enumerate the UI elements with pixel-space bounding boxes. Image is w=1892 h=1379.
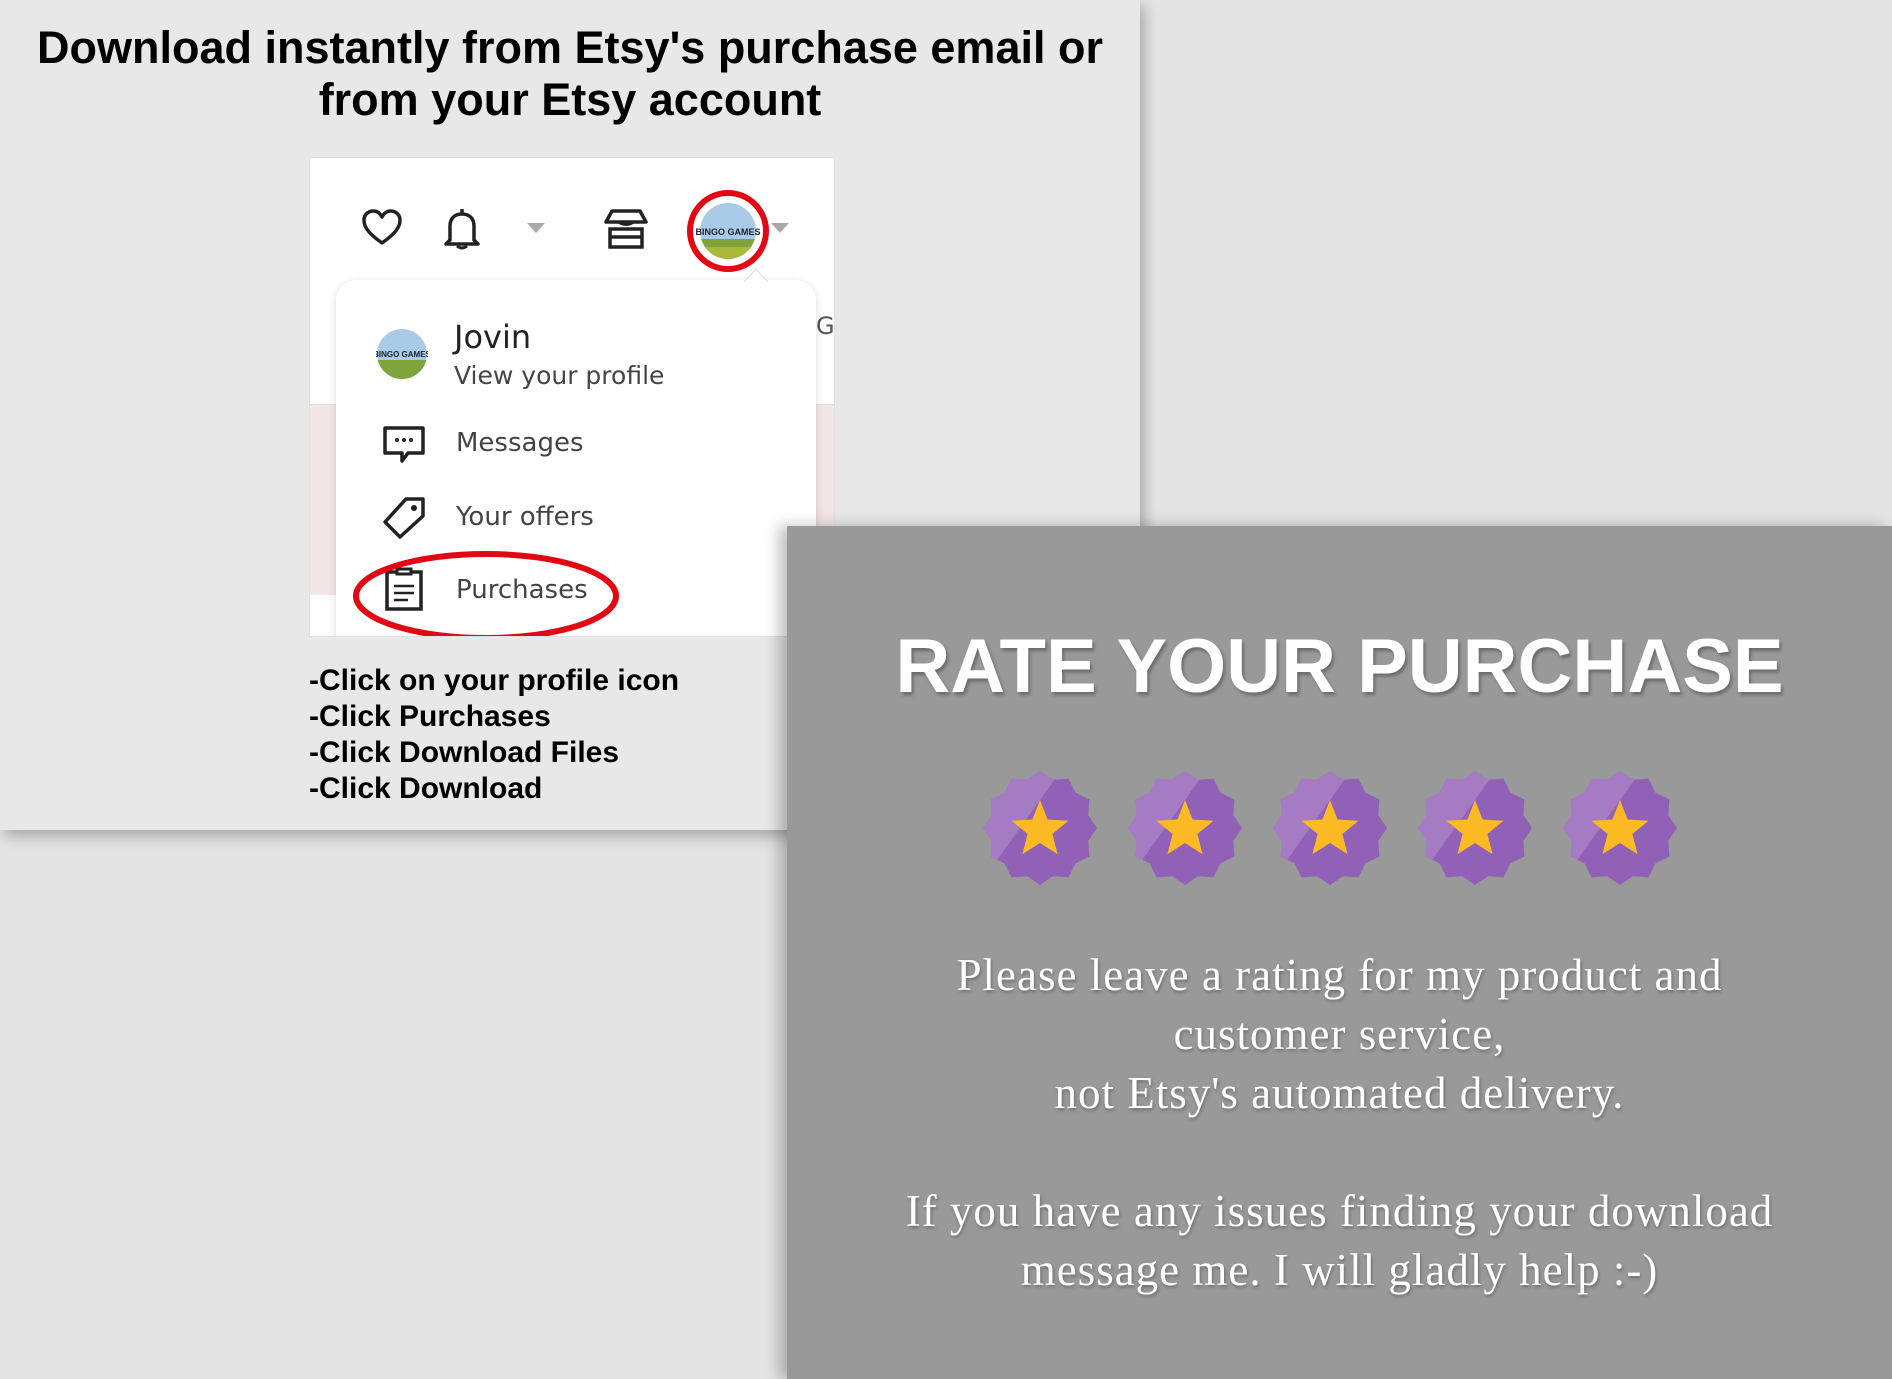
profile-name[interactable]: Jovin (454, 318, 531, 356)
chevron-down-icon[interactable] (527, 223, 545, 233)
rating-title: RATE YOUR PURCHASE (895, 624, 1784, 709)
bell-icon[interactable] (442, 206, 482, 250)
svg-text:BINGO GAMES: BINGO GAMES (376, 350, 428, 359)
profile-avatar[interactable]: BINGO GAMES (376, 328, 428, 380)
instruction-2: -Click Purchases (309, 700, 551, 733)
store-icon[interactable] (604, 208, 648, 250)
highlight-ellipse (353, 551, 619, 636)
instruction-3: -Click Download Files (309, 736, 620, 769)
account-dropdown: BINGO GAMES Jovin View your profile Mess… (336, 268, 816, 636)
avatar[interactable]: BINGO GAMES (684, 187, 772, 275)
page-heading: Download instantly from Etsy's purchase … (37, 22, 1103, 125)
etsy-screenshot: BINGO GAMES G BINGO GAMES Jovin View you… (309, 157, 835, 637)
tag-icon (383, 497, 425, 539)
menu-item-your-offers[interactable]: Your offers (456, 502, 594, 532)
instruction-4: -Click Download (309, 772, 543, 805)
message-icon (383, 426, 425, 463)
account-chevron-down-icon[interactable] (771, 223, 789, 233)
rating-message: Please leave a rating for my product and… (905, 950, 1774, 1295)
svg-text:BINGO GAMES: BINGO GAMES (695, 227, 760, 237)
view-profile-link[interactable]: View your profile (454, 361, 664, 390)
instruction-1: -Click on your profile icon (309, 664, 680, 697)
menu-item-messages[interactable]: Messages (456, 428, 584, 458)
heart-icon[interactable] (362, 209, 402, 247)
cut-off-text: G (816, 312, 835, 340)
